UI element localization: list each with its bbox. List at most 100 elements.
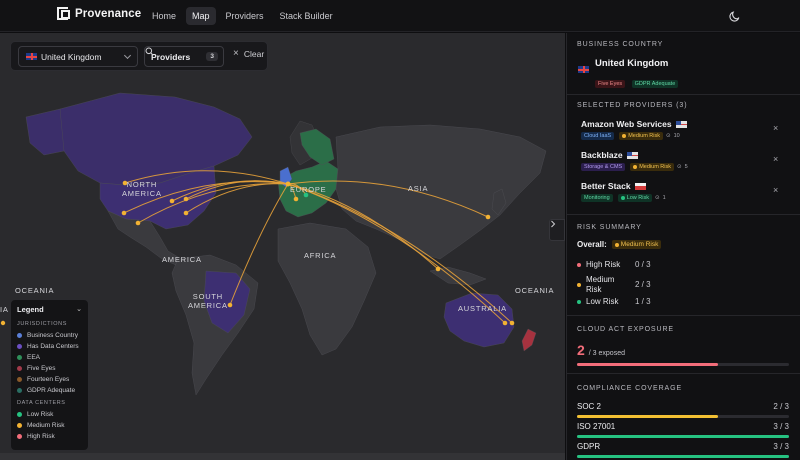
label-north-america: NORTH AMERICA — [122, 180, 162, 198]
datacenter-marker[interactable] — [502, 320, 508, 326]
provider-risk-label: Medium Risk — [639, 164, 672, 170]
provider-category-badge: Storage & CMS — [581, 163, 626, 171]
medium-risk-dot — [622, 134, 627, 138]
remove-provider-button[interactable]: × — [773, 154, 778, 164]
nav-map[interactable]: Map — [186, 7, 216, 25]
datacenter-pin-icon: ⊙ — [655, 195, 660, 201]
compliance-label: GDPR — [577, 442, 601, 451]
datacenter-marker[interactable] — [0, 320, 6, 326]
datacenter-marker[interactable] — [293, 196, 299, 202]
legend-swatch — [17, 366, 22, 371]
legend-label: EEA — [27, 354, 41, 361]
legend-label: Five Eyes — [27, 365, 56, 372]
label-ia: IA — [0, 305, 9, 314]
label-oceania-right: OCEANIA — [515, 286, 555, 295]
legend-swatch — [17, 377, 22, 382]
legend-item: GDPR Adequate — [17, 385, 82, 396]
legend-label: Medium Risk — [27, 422, 65, 429]
risk-level-value: 0 / 3 — [635, 260, 651, 269]
compliance-bar — [577, 435, 789, 438]
clear-label: Clear — [243, 48, 265, 59]
collapse-panel-button[interactable] — [549, 219, 565, 241]
datacenter-marker[interactable] — [509, 320, 515, 326]
provider-card[interactable]: Amazon Web Services Cloud IaaS Medium Risk… — [581, 119, 791, 140]
cloud-act-bar-fill — [577, 363, 719, 366]
compliance-section: COMPLIANCE COVERAGE SOC 2 2 / 3 ISO 27001 3… — [567, 374, 800, 460]
australia — [443, 292, 515, 348]
legend-label: Has Data Centers — [27, 343, 79, 350]
datacenter-marker[interactable] — [121, 210, 127, 216]
compliance-row: ISO 27001 3 / 3 — [577, 422, 789, 431]
label-australia: AUSTRALIA — [458, 304, 507, 313]
legend-item: Has Data Centers — [17, 341, 82, 352]
theme-toggle-moon-icon[interactable] — [728, 9, 742, 23]
datacenter-marker[interactable] — [183, 210, 189, 216]
legend-item: Low Risk — [17, 409, 82, 420]
provider-meta: Storage & CMS Medium Risk ⊙ 5 — [581, 163, 791, 171]
datacenter-marker[interactable] — [435, 266, 441, 272]
nav-providers[interactable]: Providers — [220, 7, 270, 25]
risk-summary-title: RISK SUMMARY — [577, 224, 642, 231]
nav-stack-builder[interactable]: Stack Builder — [274, 7, 339, 25]
nav-home[interactable]: Home — [146, 7, 182, 25]
legend-header[interactable]: Legend ⌄ — [17, 305, 82, 314]
compliance-label: ISO 27001 — [577, 422, 616, 431]
datacenter-marker[interactable] — [135, 220, 141, 226]
world-map[interactable]: United Kingdom Providers 3 × Clear NORTH… — [0, 33, 565, 460]
risk-summary-section: RISK SUMMARY Overall: Medium Risk High R… — [567, 215, 800, 316]
antarctica — [0, 453, 565, 460]
alaska — [25, 108, 65, 156]
legend-datacenters-title: DATA CENTERS — [17, 400, 66, 406]
map-legend: Legend ⌄ JURISDICTIONS Business Country H… — [10, 299, 89, 451]
country-select[interactable]: United Kingdom — [18, 46, 138, 67]
compliance-value: 3 / 3 — [773, 422, 789, 431]
clear-filters-button[interactable]: × Clear — [233, 48, 264, 59]
chevron-down-icon[interactable]: ⌄ — [76, 305, 82, 314]
brand[interactable]: Provenance — [57, 7, 141, 20]
legend-item: Business Country — [17, 330, 82, 341]
remove-provider-button[interactable]: × — [773, 123, 778, 133]
gdpr-adequate-badge: GDPR Adequate — [631, 80, 679, 88]
legend-jurisdictions-title: JURISDICTIONS — [17, 321, 67, 327]
providers-filter-button[interactable]: Providers 3 — [144, 46, 224, 67]
legend-label: Low Risk — [27, 411, 54, 418]
provider-name-row: Backblaze — [581, 150, 791, 160]
new-zealand — [521, 328, 537, 352]
remove-provider-button[interactable]: × — [773, 185, 778, 195]
medium-risk-dot — [614, 242, 619, 247]
compliance-row: SOC 2 2 / 3 — [577, 402, 789, 411]
compliance-label: SOC 2 — [577, 402, 602, 411]
datacenter-marker[interactable] — [169, 198, 175, 204]
compliance-value: 3 / 3 — [773, 442, 789, 451]
provider-card[interactable]: Backblaze Storage & CMS Medium Risk ⊙ 5 — [581, 150, 791, 171]
datacenter-marker[interactable] — [485, 214, 491, 220]
datacenter-pin-icon: ⊙ — [666, 133, 671, 139]
provider-risk-badge: Medium Risk — [619, 132, 664, 140]
risk-level-label: High Risk — [586, 260, 621, 269]
provider-datacenter-count: 10 — [673, 133, 680, 139]
country-flag-icon — [626, 151, 638, 159]
uk-flag-icon — [578, 66, 589, 73]
business-country-section: BUSINESS COUNTRY United Kingdom Five Eye… — [567, 33, 800, 95]
datacenter-marker[interactable] — [183, 196, 189, 202]
provider-risk-label: Low Risk — [626, 195, 649, 201]
legend-label: High Risk — [27, 433, 55, 440]
providers-count-badge: 3 — [206, 52, 218, 61]
provider-meta: Cloud IaaS Medium Risk ⊙ 10 — [581, 132, 791, 140]
side-panel: BUSINESS COUNTRY United Kingdom Five Eye… — [566, 33, 800, 460]
legend-swatch — [17, 388, 22, 393]
label-africa: AFRICA — [304, 251, 337, 260]
overall-risk-badge: Medium Risk — [611, 240, 662, 249]
medium-risk-dot — [633, 165, 638, 169]
compliance-bar — [577, 455, 789, 458]
legend-item: EEA — [17, 352, 82, 363]
overall-risk-label: Overall: — [577, 240, 607, 249]
cloud-act-bar — [577, 363, 789, 366]
provider-name: Backblaze — [581, 150, 623, 160]
risk-level-label: Medium Risk — [586, 275, 615, 294]
provider-card[interactable]: Better Stack Monitoring Low Risk ⊙ 1 — [581, 181, 791, 202]
legend-swatch — [17, 423, 22, 428]
map-filter-bar: United Kingdom Providers 3 × Clear — [10, 41, 268, 71]
datacenter-marker[interactable] — [227, 302, 233, 308]
country-flag-icon — [675, 120, 687, 128]
